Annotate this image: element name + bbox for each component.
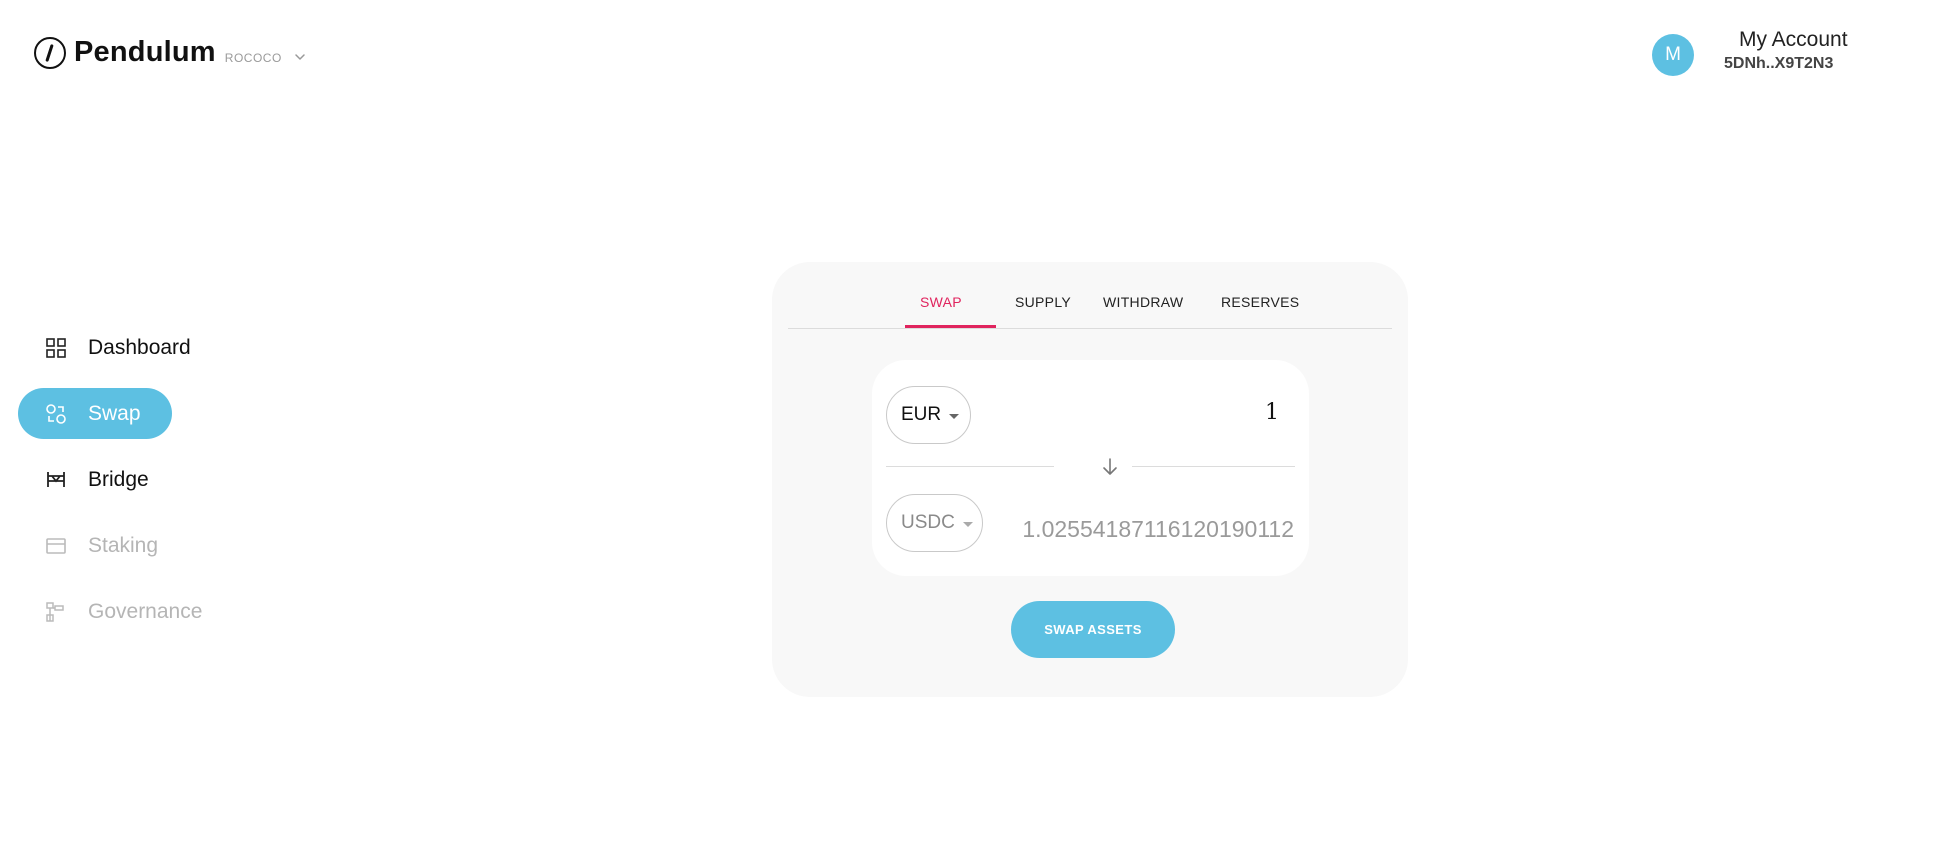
sidebar-item-dashboard[interactable]: Dashboard xyxy=(18,322,258,373)
sidebar-item-swap[interactable]: Swap xyxy=(18,388,172,439)
divider xyxy=(1132,466,1295,467)
bridge-icon xyxy=(47,471,65,487)
sidebar-item-label: Swap xyxy=(88,401,141,425)
grid-icon xyxy=(46,337,66,358)
tab-withdraw[interactable]: WITHDRAW xyxy=(1103,294,1183,310)
chevron-down-icon[interactable] xyxy=(291,48,309,66)
to-token-symbol: USDC xyxy=(901,512,955,533)
governance-icon xyxy=(46,601,64,622)
sidebar-item-label: Dashboard xyxy=(88,335,191,359)
tab-bar: SWAP SUPPLY WITHDRAW RESERVES xyxy=(788,262,1392,329)
tab-swap[interactable]: SWAP xyxy=(920,294,962,310)
caret-down-icon xyxy=(962,521,973,527)
avatar[interactable]: M xyxy=(1652,34,1694,76)
from-amount-input[interactable] xyxy=(1159,400,1279,425)
to-token-select[interactable]: USDC xyxy=(886,494,983,552)
active-tab-indicator xyxy=(905,325,996,328)
sidebar-item-governance[interactable]: Governance xyxy=(18,586,258,637)
account-name[interactable]: My Account xyxy=(1739,28,1848,52)
account-menu[interactable]: M My Account 5DNh..X9T2N3 xyxy=(1652,28,1848,76)
pendulum-logo-icon xyxy=(34,36,66,69)
sidebar-item-label: Bridge xyxy=(88,467,149,491)
tab-reserves[interactable]: RESERVES xyxy=(1221,294,1299,310)
from-token-select[interactable]: EUR xyxy=(886,386,971,444)
app-logo[interactable]: Pendulum ROCOCO xyxy=(34,36,309,69)
to-amount-output: 1.02554187116120190112 xyxy=(1022,516,1294,542)
sidebar-item-bridge[interactable]: Bridge xyxy=(18,454,258,505)
account-address: 5DNh..X9T2N3 xyxy=(1724,55,1834,72)
network-label[interactable]: ROCOCO xyxy=(225,51,282,65)
staking-icon xyxy=(46,537,66,554)
swap-icon xyxy=(46,403,66,424)
caret-down-icon xyxy=(949,413,960,419)
sidebar-item-label: Staking xyxy=(88,533,159,557)
from-token-symbol: EUR xyxy=(901,404,942,425)
divider xyxy=(886,466,1054,467)
swap-assets-button[interactable]: SWAP ASSETS xyxy=(1011,601,1175,658)
sidebar-item-label: Governance xyxy=(88,599,203,623)
swap-card: SWAP SUPPLY WITHDRAW RESERVES EUR USDC 1… xyxy=(772,262,1408,697)
tab-supply[interactable]: SUPPLY xyxy=(1015,294,1071,310)
swap-form: EUR USDC 1.02554187116120190112 xyxy=(872,360,1309,576)
sidebar: Dashboard Swap Bridge Staking Governance xyxy=(18,322,258,652)
arrow-down-icon[interactable] xyxy=(1099,455,1121,479)
app-name: Pendulum xyxy=(74,36,216,68)
sidebar-item-staking[interactable]: Staking xyxy=(18,520,258,571)
